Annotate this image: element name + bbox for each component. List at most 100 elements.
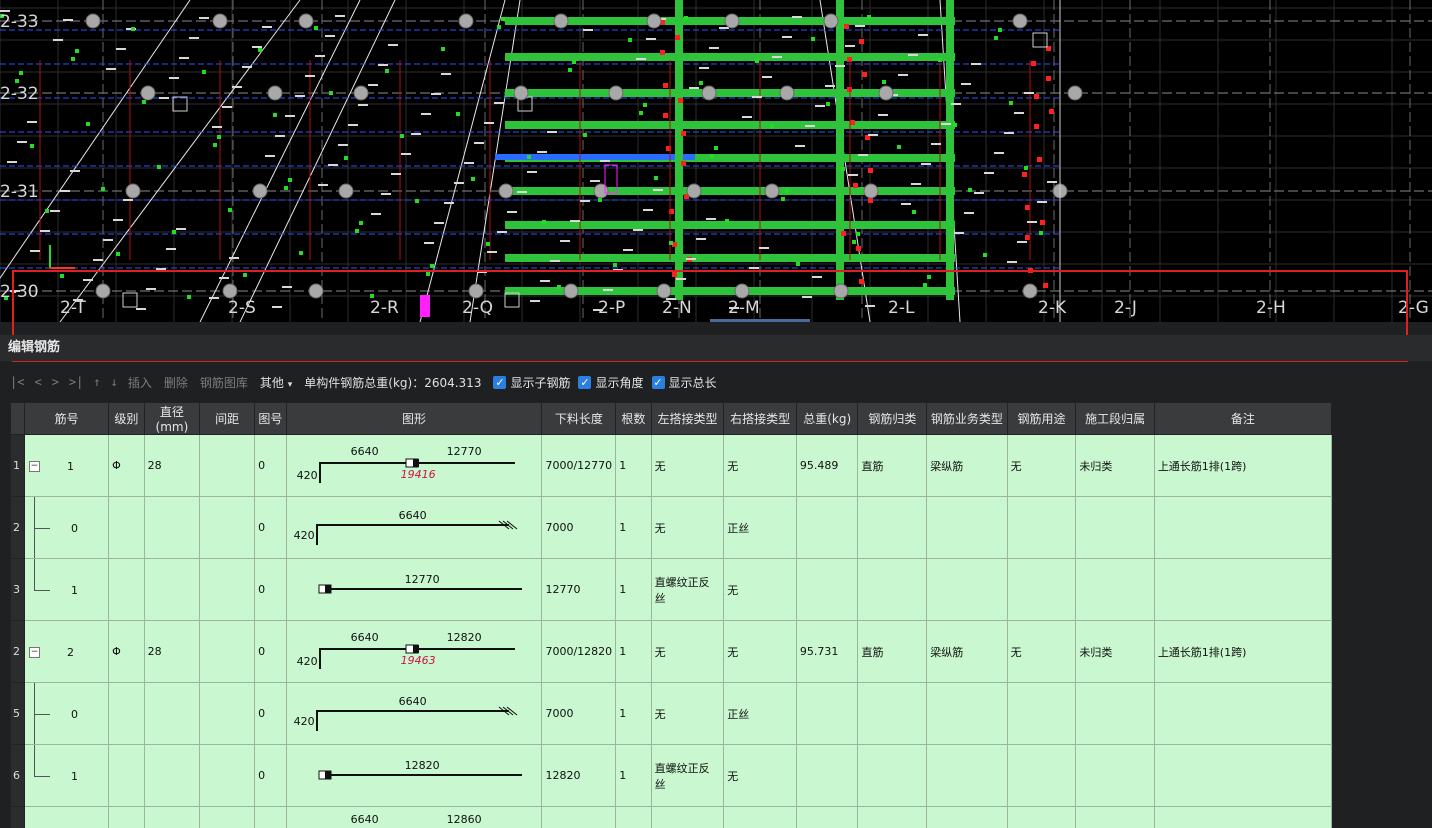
first-button[interactable]: |< — [10, 375, 24, 389]
column-header[interactable]: 筋号 — [23, 402, 110, 435]
cell-tuhao[interactable]: 0 — [254, 620, 287, 683]
cell-cut[interactable]: 12820 — [541, 744, 617, 807]
cell-spacing[interactable] — [199, 558, 256, 621]
cell-spacing[interactable] — [199, 744, 256, 807]
cell-dia[interactable] — [143, 682, 201, 745]
cell-stage[interactable] — [1075, 806, 1155, 828]
cell-grade[interactable] — [108, 744, 145, 807]
cell-weight[interactable] — [795, 496, 859, 559]
cell-stage[interactable] — [1075, 744, 1155, 807]
cell-stage[interactable] — [1075, 558, 1155, 621]
cell-use[interactable] — [1006, 682, 1077, 745]
cell-right[interactable]: 正丝 — [723, 682, 797, 745]
shape-cell[interactable]: 6640 12770 420 19416 — [285, 434, 543, 497]
cell-dia[interactable] — [143, 496, 201, 559]
cell-count[interactable]: 1 — [615, 744, 652, 807]
cell-left[interactable]: 直螺纹正反丝 — [650, 558, 725, 621]
shape-cell[interactable]: 6640 12860 — [285, 806, 543, 828]
cell-biz[interactable] — [926, 682, 1008, 745]
show-sub-rebar-checkbox[interactable]: ✓ 显示子钢筋 — [493, 374, 570, 391]
shape-cell[interactable]: 12820 — [285, 744, 543, 807]
cell-cls[interactable] — [857, 496, 928, 559]
column-header[interactable]: 备注 — [1153, 402, 1332, 435]
cell-spacing[interactable] — [199, 682, 256, 745]
move-down-button[interactable]: ↓ — [111, 375, 118, 389]
column-header[interactable]: 图号 — [254, 402, 287, 435]
table-row[interactable]: 5 0 0 6640 420 7000 1 无正丝 — [10, 682, 1332, 745]
cell-stage[interactable] — [1075, 682, 1155, 745]
cell-count[interactable]: 1 — [615, 496, 652, 559]
cell-stage[interactable]: 未归类 — [1075, 620, 1155, 683]
cell-cut[interactable]: 7000 — [541, 496, 617, 559]
cell-grade[interactable] — [108, 806, 145, 828]
cell-dia[interactable] — [143, 806, 201, 828]
shape-cell[interactable]: 6640 12820 420 19463 — [285, 620, 543, 683]
table-row[interactable]: 2 0 0 6640 420 7000 1 无正丝 — [10, 496, 1332, 559]
column-header[interactable] — [10, 402, 25, 435]
cell-tuhao[interactable]: 0 — [254, 682, 287, 745]
show-angle-checkbox[interactable]: ✓ 显示角度 — [578, 374, 644, 391]
rebar-number-cell[interactable]: 0 — [23, 496, 110, 559]
cell-left[interactable] — [650, 806, 725, 828]
cell-cls[interactable] — [857, 558, 928, 621]
cell-tuhao[interactable]: 0 — [254, 744, 287, 807]
cell-cls[interactable]: 直筋 — [857, 620, 928, 683]
cell-left[interactable]: 无 — [650, 682, 725, 745]
cell-right[interactable] — [723, 806, 797, 828]
cell-weight[interactable]: 95.731 — [795, 620, 859, 683]
cell-cut[interactable]: 7000/12820 — [541, 620, 617, 683]
row-index[interactable]: 3 — [10, 558, 25, 621]
row-index[interactable]: 2 — [10, 620, 25, 683]
cell-cls[interactable] — [857, 682, 928, 745]
collapse-icon[interactable]: − — [28, 461, 40, 472]
delete-button[interactable]: 删除 — [164, 374, 188, 391]
cell-right[interactable]: 无 — [723, 558, 797, 621]
cell-grade[interactable] — [108, 558, 145, 621]
cell-count[interactable] — [615, 806, 652, 828]
cell-weight[interactable] — [795, 806, 859, 828]
cell-cut[interactable]: 12770 — [541, 558, 617, 621]
cell-left[interactable]: 无 — [650, 434, 725, 497]
cell-weight[interactable]: 95.489 — [795, 434, 859, 497]
cell-right[interactable]: 无 — [723, 744, 797, 807]
cell-cut[interactable]: 7000/1286 — [541, 806, 617, 828]
cell-biz[interactable]: 梁纵筋 — [926, 434, 1008, 497]
cell-spacing[interactable] — [199, 620, 256, 683]
cell-spacing[interactable] — [199, 806, 256, 828]
row-index[interactable]: 5 — [10, 682, 25, 745]
column-header[interactable]: 图形 — [285, 402, 543, 435]
cell-count[interactable]: 1 — [615, 558, 652, 621]
cell-note[interactable] — [1153, 558, 1332, 621]
cell-use[interactable]: 无 — [1006, 434, 1077, 497]
rebar-number-cell[interactable]: −1 — [23, 434, 110, 497]
cell-dia[interactable] — [143, 744, 201, 807]
cell-use[interactable] — [1006, 496, 1077, 559]
cell-note[interactable] — [1153, 682, 1332, 745]
rebar-number-cell[interactable] — [23, 806, 110, 828]
cell-note[interactable]: 上通长筋1排(1跨) — [1153, 434, 1332, 497]
cell-weight[interactable] — [795, 558, 859, 621]
cell-use[interactable] — [1006, 806, 1077, 828]
rebar-number-cell[interactable]: 0 — [23, 682, 110, 745]
cell-dia[interactable]: 28 — [143, 620, 201, 683]
last-button[interactable]: >| — [69, 375, 83, 389]
cell-stage[interactable] — [1075, 496, 1155, 559]
cell-note[interactable]: 上通长筋1排(1跨) — [1153, 620, 1332, 683]
cell-tuhao[interactable]: 0 — [254, 558, 287, 621]
column-header[interactable]: 总重(kg) — [795, 402, 859, 435]
column-header[interactable]: 施工段归属 — [1075, 402, 1155, 435]
cell-left[interactable]: 无 — [650, 620, 725, 683]
cell-biz[interactable] — [926, 744, 1008, 807]
next-button[interactable]: > — [52, 375, 59, 389]
table-row[interactable]: 6 1 0 12820 12820 1 直螺纹正反丝无 — [10, 744, 1332, 807]
table-row[interactable]: 6640 12860 7000/1286 — [10, 806, 1332, 828]
cell-biz[interactable] — [926, 806, 1008, 828]
cell-grade[interactable] — [108, 682, 145, 745]
cell-use[interactable] — [1006, 744, 1077, 807]
cell-dia[interactable]: 28 — [143, 434, 201, 497]
rebar-number-cell[interactable]: 1 — [23, 744, 110, 807]
cell-spacing[interactable] — [199, 496, 256, 559]
row-index[interactable]: 6 — [10, 744, 25, 807]
column-header[interactable]: 钢筋归类 — [857, 402, 928, 435]
column-header[interactable]: 左搭接类型 — [650, 402, 725, 435]
